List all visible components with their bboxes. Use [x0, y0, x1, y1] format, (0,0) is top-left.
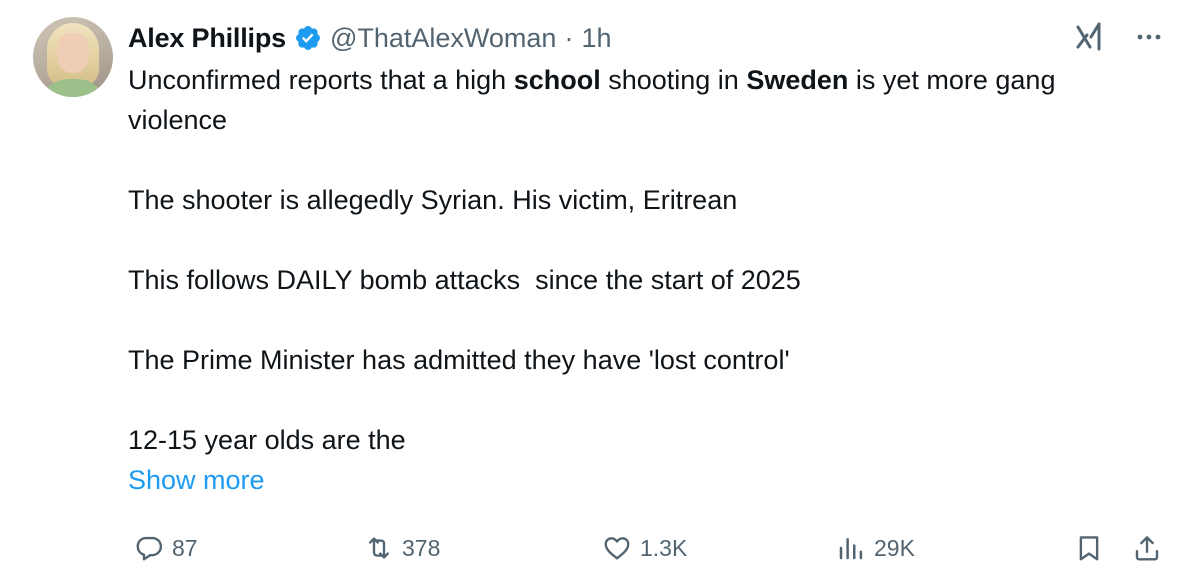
- avatar[interactable]: [33, 17, 113, 97]
- author-handle[interactable]: @ThatAlexWoman: [330, 23, 557, 54]
- avatar-shoulders: [39, 79, 107, 97]
- action-bar: 87 378 1.3K 29K: [128, 528, 1168, 568]
- share-icon: [1135, 536, 1159, 561]
- more-options-icon[interactable]: [1134, 22, 1164, 52]
- repost-icon: [369, 537, 389, 559]
- text-segment: shooting in: [600, 65, 747, 95]
- paragraph-2: The shooter is allegedly Syrian. His vic…: [128, 185, 738, 215]
- verified-badge-icon[interactable]: [294, 24, 322, 52]
- author-name[interactable]: Alex Phillips: [128, 23, 286, 54]
- views-count: 29K: [874, 534, 915, 561]
- paragraph-5: 12-15 year olds are the: [128, 425, 406, 455]
- tweet: Alex Phillips @ThatAlexWoman · 1h Unconf…: [0, 0, 1200, 586]
- bookmark-button[interactable]: [1074, 528, 1104, 568]
- show-more-link[interactable]: Show more: [128, 460, 1148, 500]
- bookmark-icon: [1079, 536, 1099, 561]
- paragraph-3: This follows DAILY bomb attacks since th…: [128, 265, 801, 295]
- bold-keyword-school[interactable]: school: [514, 65, 601, 95]
- repost-button[interactable]: 378: [364, 528, 440, 568]
- reply-button[interactable]: 87: [134, 528, 198, 568]
- like-button[interactable]: 1.3K: [602, 528, 687, 568]
- paragraph-1: Unconfirmed reports that a high school s…: [128, 60, 1148, 140]
- avatar-face: [57, 33, 89, 73]
- like-count: 1.3K: [640, 534, 688, 561]
- text-segment: Unconfirmed reports that a high: [128, 65, 514, 95]
- share-button[interactable]: [1132, 528, 1162, 568]
- separator-dot: ·: [564, 22, 574, 53]
- tweet-corner-actions: [1074, 20, 1164, 54]
- repost-count: 378: [402, 534, 441, 561]
- views-chart-icon: [839, 538, 863, 560]
- post-time[interactable]: 1h: [581, 23, 611, 54]
- reply-count: 87: [172, 534, 198, 561]
- views-button[interactable]: 29K: [836, 528, 915, 568]
- tweet-text: Unconfirmed reports that a high school s…: [128, 60, 1148, 500]
- paragraph-4: The Prime Minister has admitted they hav…: [128, 345, 790, 375]
- reply-icon: [136, 536, 163, 561]
- tweet-header: Alex Phillips @ThatAlexWoman · 1h: [128, 20, 612, 56]
- bold-keyword-sweden[interactable]: Sweden: [746, 65, 848, 95]
- heart-icon: [604, 537, 630, 560]
- grok-icon[interactable]: [1074, 20, 1108, 54]
